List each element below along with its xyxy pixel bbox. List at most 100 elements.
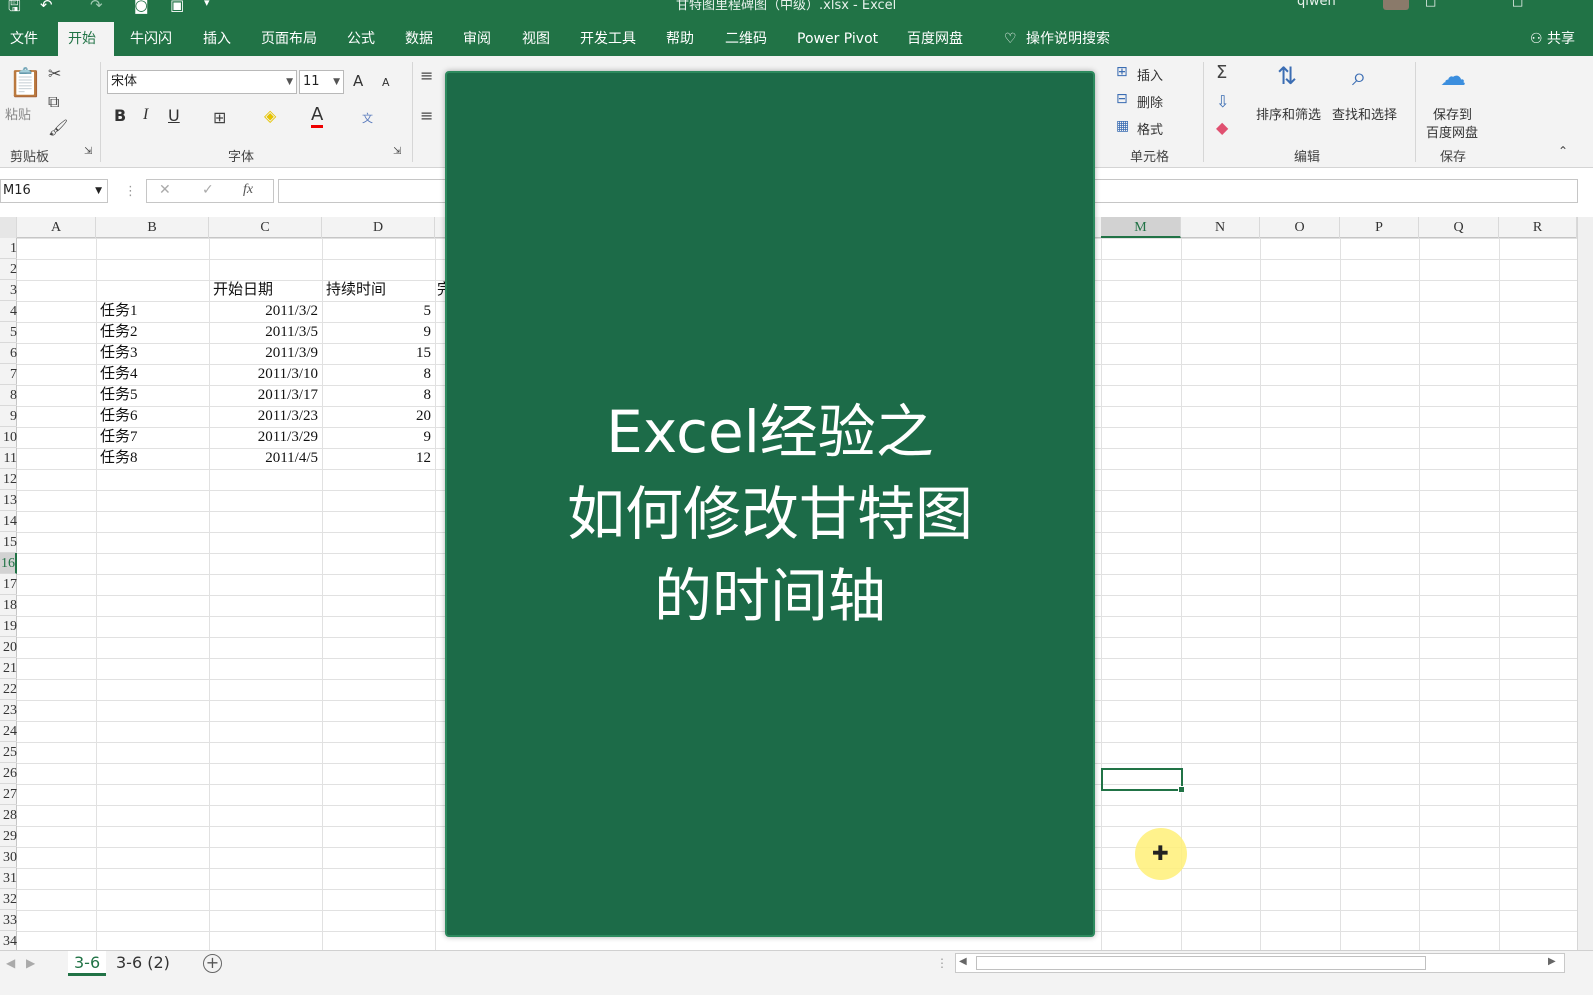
row-header[interactable]: 19 bbox=[0, 616, 17, 637]
collapse-ribbon-icon[interactable]: ⌃ bbox=[1558, 144, 1568, 158]
row-header[interactable]: 6 bbox=[0, 343, 17, 364]
active-cell-m16[interactable] bbox=[1101, 768, 1185, 793]
column-header[interactable]: A bbox=[17, 217, 96, 238]
task-name-cell[interactable]: 任务4 bbox=[96, 364, 209, 385]
start-date-cell[interactable]: 2011/3/2 bbox=[209, 301, 322, 322]
baidu-netdisk-label[interactable]: 百度网盘 bbox=[1426, 122, 1478, 141]
grow-font-button[interactable]: A bbox=[353, 72, 363, 90]
format-painter-icon[interactable]: 🖌 bbox=[48, 118, 68, 137]
format-cells-button[interactable]: 格式 bbox=[1137, 119, 1163, 138]
row-header[interactable]: 29 bbox=[0, 826, 17, 847]
save-icon[interactable]: 🖫 bbox=[8, 0, 21, 21]
italic-button[interactable]: I bbox=[143, 106, 148, 124]
ribbon-display-icon[interactable]: □ bbox=[1425, 0, 1436, 8]
duration-cell[interactable]: 5 bbox=[322, 301, 435, 322]
duration-cell[interactable]: 8 bbox=[322, 385, 435, 406]
column-header-selected[interactable]: M bbox=[1101, 217, 1181, 238]
row-header[interactable]: 5 bbox=[0, 322, 17, 343]
tab-niushanshan[interactable]: 牛闪闪 bbox=[120, 22, 182, 56]
save-to-button[interactable]: 保存到 bbox=[1433, 104, 1472, 123]
row-header[interactable]: 27 bbox=[0, 784, 17, 805]
tab-insert[interactable]: 插入 bbox=[193, 22, 241, 56]
row-header[interactable]: 2 bbox=[0, 259, 17, 280]
redo-icon[interactable]: ↷ bbox=[90, 0, 103, 14]
quick-access-icon[interactable]: ▣ bbox=[170, 0, 184, 14]
task-name-cell[interactable]: 任务1 bbox=[96, 301, 209, 322]
tab-file[interactable]: 文件 bbox=[0, 22, 48, 56]
row-header[interactable]: 28 bbox=[0, 805, 17, 826]
user-name[interactable]: qiwen bbox=[1297, 0, 1336, 9]
row-header[interactable]: 12 bbox=[0, 469, 17, 490]
row-header[interactable]: 26 bbox=[0, 763, 17, 784]
task-name-cell[interactable]: 任务3 bbox=[96, 343, 209, 364]
scrollbar-thumb[interactable] bbox=[976, 956, 1426, 970]
align-icon[interactable]: ≡ bbox=[420, 106, 433, 125]
task-name-cell[interactable]: 任务6 bbox=[96, 406, 209, 427]
clear-icon[interactable]: ◆ bbox=[1216, 118, 1228, 137]
tab-review[interactable]: 审阅 bbox=[453, 22, 501, 56]
row-header[interactable]: 32 bbox=[0, 889, 17, 910]
tell-me-search[interactable]: 操作说明搜索 bbox=[1016, 22, 1120, 56]
duration-cell[interactable]: 8 bbox=[322, 364, 435, 385]
row-header[interactable]: 25 bbox=[0, 742, 17, 763]
column-header[interactable]: B bbox=[96, 217, 209, 238]
duration-cell[interactable]: 15 bbox=[322, 343, 435, 364]
undo-icon[interactable]: ↶ bbox=[40, 0, 53, 14]
start-date-cell[interactable]: 2011/3/10 bbox=[209, 364, 322, 385]
split-handle-icon[interactable]: ⋮ bbox=[936, 956, 948, 970]
fill-icon[interactable]: ⇩ bbox=[1216, 92, 1229, 111]
confirm-icon[interactable]: ✓ bbox=[202, 182, 214, 198]
sheet-tab-3-6-2[interactable]: 3-6 (2) bbox=[110, 951, 176, 976]
tab-page-layout[interactable]: 页面布局 bbox=[251, 22, 327, 56]
find-select-button[interactable]: 查找和选择 bbox=[1332, 104, 1397, 123]
camera-icon[interactable]: ◙ bbox=[134, 0, 149, 14]
start-date-cell[interactable]: 2011/3/5 bbox=[209, 322, 322, 343]
column-header[interactable]: P bbox=[1340, 217, 1419, 238]
underline-button[interactable]: U bbox=[168, 106, 180, 125]
row-header[interactable]: 24 bbox=[0, 721, 17, 742]
row-header[interactable]: 4 bbox=[0, 301, 17, 322]
paste-button[interactable]: 粘贴 bbox=[5, 104, 31, 123]
restore-icon[interactable]: □ bbox=[1512, 0, 1523, 8]
tab-formulas[interactable]: 公式 bbox=[337, 22, 385, 56]
align-icon[interactable]: ≡ bbox=[420, 66, 433, 85]
start-date-cell[interactable]: 2011/3/9 bbox=[209, 343, 322, 364]
duration-cell[interactable]: 20 bbox=[322, 406, 435, 427]
drag-handle-icon[interactable]: ⋮ bbox=[124, 184, 137, 199]
row-header[interactable]: 20 bbox=[0, 637, 17, 658]
duration-cell[interactable]: 12 bbox=[322, 448, 435, 469]
shrink-font-button[interactable]: A bbox=[382, 76, 390, 89]
start-date-cell[interactable]: 2011/4/5 bbox=[209, 448, 322, 469]
start-date-cell[interactable]: 2011/3/29 bbox=[209, 427, 322, 448]
insert-cells-button[interactable]: 插入 bbox=[1137, 65, 1163, 84]
bold-button[interactable]: B bbox=[114, 106, 126, 125]
row-header[interactable]: 31 bbox=[0, 868, 17, 889]
font-size-select[interactable]: 11 ▼ bbox=[299, 70, 344, 94]
row-header[interactable]: 8 bbox=[0, 385, 17, 406]
row-header[interactable]: 9 bbox=[0, 406, 17, 427]
add-sheet-icon[interactable]: + bbox=[203, 954, 222, 973]
fill-color-icon[interactable]: ◈ bbox=[264, 106, 276, 125]
header-cell-start[interactable]: 开始日期 bbox=[209, 280, 277, 301]
row-header[interactable]: 13 bbox=[0, 490, 17, 511]
row-header[interactable]: 15 bbox=[0, 532, 17, 553]
horizontal-scrollbar[interactable]: ◀ ▶ bbox=[955, 953, 1565, 973]
row-header[interactable]: 11 bbox=[0, 448, 17, 469]
paste-icon[interactable]: 📋 bbox=[8, 66, 43, 99]
task-name-cell[interactable]: 任务8 bbox=[96, 448, 209, 469]
cancel-icon[interactable]: ✕ bbox=[159, 182, 171, 198]
row-header[interactable]: 17 bbox=[0, 574, 17, 595]
sheet-tab-3-6[interactable]: 3-6 bbox=[68, 951, 107, 976]
select-all-button[interactable] bbox=[0, 217, 17, 238]
column-header[interactable]: O bbox=[1260, 217, 1340, 238]
tab-developer[interactable]: 开发工具 bbox=[570, 22, 646, 56]
row-header[interactable]: 10 bbox=[0, 427, 17, 448]
header-cell-duration[interactable]: 持续时间 bbox=[322, 280, 390, 301]
row-header[interactable]: 22 bbox=[0, 679, 17, 700]
autosum-icon[interactable]: Σ bbox=[1216, 62, 1227, 83]
row-header[interactable]: 14 bbox=[0, 511, 17, 532]
prev-sheet-icon[interactable]: ◀ bbox=[6, 956, 15, 970]
scroll-right-icon[interactable]: ▶ bbox=[1548, 956, 1556, 967]
avatar[interactable] bbox=[1383, 0, 1409, 10]
borders-icon[interactable]: ⊞ bbox=[213, 108, 226, 127]
